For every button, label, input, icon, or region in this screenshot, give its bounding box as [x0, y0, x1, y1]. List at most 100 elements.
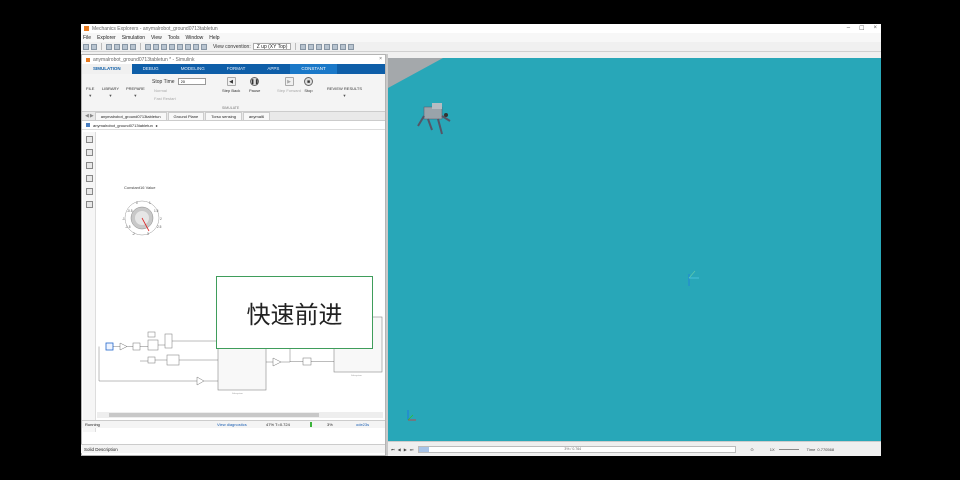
pause-button[interactable]: ❚❚ Pause [249, 77, 260, 93]
doc-tab-ground-plane[interactable]: Ground Plane [167, 111, 205, 121]
simulate-group-label: SIMULATE [222, 106, 240, 110]
arrow-icon[interactable] [85, 162, 93, 169]
mode-normal[interactable]: Normal [154, 88, 167, 93]
knob-label: Constant16 Value [124, 185, 156, 190]
step-back-icon[interactable]: ◀ [398, 447, 401, 452]
view-iso-icon[interactable] [193, 43, 199, 50]
sum-block[interactable] [132, 342, 141, 351]
menu-help[interactable]: Help [209, 35, 219, 41]
record-icon[interactable]: ⊙ [750, 447, 753, 452]
svg-text:-1: -1 [122, 217, 125, 221]
view-top-icon[interactable] [177, 43, 183, 50]
stop-button[interactable]: ■ Stop [304, 77, 313, 93]
menu-simulation[interactable]: Simulation [122, 35, 145, 41]
nav-back-icon[interactable]: ◀ [85, 113, 89, 119]
horizontal-scrollbar[interactable] [97, 412, 383, 418]
document-tabs: ◀ ▶ anymalrobot_ground0713tabletun Groun… [82, 111, 385, 121]
scroll-thumb[interactable] [109, 413, 319, 417]
menu-file[interactable]: File [83, 35, 91, 41]
doc-tab-model[interactable]: anymalrobot_ground0713tabletun [94, 111, 167, 121]
play-icon[interactable]: ▶ [404, 447, 407, 452]
minimize-button[interactable]: – [847, 25, 850, 32]
gain-block[interactable] [119, 342, 128, 351]
layout-2-icon[interactable] [114, 43, 120, 50]
simulink-close-icon[interactable]: × [379, 56, 382, 62]
menu-view[interactable]: View [151, 35, 162, 41]
doc-tab-anymal6[interactable]: anymal6 [242, 111, 271, 121]
view-convention-label: View convention: [213, 43, 251, 50]
maximize-button[interactable]: ☐ [859, 25, 864, 32]
pan-icon[interactable] [308, 43, 315, 50]
open-icon[interactable] [91, 43, 97, 50]
area-icon[interactable] [85, 201, 93, 208]
ribbon-file[interactable]: FILE ▼ [86, 86, 94, 98]
fast-restart[interactable]: Fast Restart [154, 96, 176, 101]
gain-block[interactable] [196, 376, 205, 386]
zoom-icon[interactable] [316, 43, 323, 50]
zoom-icon[interactable] [85, 136, 93, 143]
menu-tools[interactable]: Tools [168, 35, 180, 41]
tab-apps[interactable]: APPS [256, 64, 290, 74]
menu-explorer[interactable]: Explorer [97, 35, 116, 41]
annotation-icon[interactable] [85, 175, 93, 182]
view-diagnostics-link[interactable]: View diagnostics [217, 422, 247, 427]
menu-window[interactable]: Window [185, 35, 203, 41]
const-block[interactable] [147, 331, 156, 338]
mux-block[interactable] [164, 333, 173, 349]
zoom-box-icon[interactable] [324, 43, 331, 50]
model-canvas[interactable]: 01 -0.5 1.5 -1 2 -1.5 2.5 -2 3 Subsystem… [97, 132, 383, 413]
stop-time-label: Stop Time [152, 78, 175, 85]
stop-time-input[interactable] [177, 78, 206, 85]
close-button[interactable]: × [873, 25, 877, 32]
rotate-icon[interactable] [300, 43, 307, 50]
transfer-fcn-block[interactable] [147, 339, 159, 351]
simulink-window: anymalrobot_ground0713tabletun * - Simul… [81, 54, 386, 456]
view-convention-select[interactable]: Z up (XY Top) [252, 43, 292, 50]
settings-icon[interactable] [348, 43, 355, 50]
layout-1-icon[interactable] [106, 43, 112, 50]
view-right-icon[interactable] [169, 43, 175, 50]
layout-3-icon[interactable] [122, 43, 128, 50]
tab-format[interactable]: FORMAT [216, 64, 257, 74]
ribbon-prepare[interactable]: PREPARE ▼ [126, 86, 145, 98]
fast-forward-icon[interactable]: ⏭ [410, 447, 414, 452]
robot-model[interactable] [417, 103, 451, 135]
gain-block[interactable] [272, 357, 282, 367]
small-block[interactable] [302, 357, 312, 366]
solver-link[interactable]: ode23s [356, 422, 369, 427]
saturation-block[interactable] [166, 354, 180, 366]
ribbon-library[interactable]: LIBRARY ▼ [102, 86, 119, 98]
svg-text:1.5: 1.5 [154, 209, 159, 213]
tab-debug[interactable]: DEBUG [132, 64, 170, 74]
speed-label: 1X [769, 446, 775, 452]
breadcrumb-model[interactable]: anymalrobot_ground0713tabletun [93, 123, 153, 128]
speed-slider[interactable] [778, 448, 799, 450]
view-front-icon[interactable] [145, 43, 151, 50]
image-icon[interactable] [85, 188, 93, 195]
view-left-icon[interactable] [161, 43, 167, 50]
nav-forward-icon[interactable]: ▶ [90, 113, 94, 119]
zoom-out-icon[interactable] [340, 43, 347, 50]
constant-knob[interactable] [124, 200, 160, 236]
simulink-title: anymalrobot_ground0713tabletun * - Simul… [93, 56, 195, 63]
doc-tab-torso-sensing[interactable]: Torso sensing [205, 111, 242, 121]
view-back-icon[interactable] [153, 43, 159, 50]
annotation-text-box[interactable]: 快速前进 [216, 276, 373, 349]
new-icon[interactable] [83, 43, 89, 50]
step-forward-button[interactable]: ▶ Step Forward [277, 77, 301, 93]
tab-modeling[interactable]: MODELING [170, 64, 216, 74]
fit-icon[interactable] [201, 43, 207, 50]
fit-view-icon[interactable] [85, 149, 93, 156]
tab-constant[interactable]: CONSTANT [290, 64, 337, 74]
layout-4-icon[interactable] [130, 43, 136, 50]
playback-progress-track[interactable]: 3% / 0.764 [418, 445, 737, 453]
review-results-button[interactable]: REVIEW RESULTS ▼ [327, 86, 362, 98]
view-bottom-icon[interactable] [185, 43, 191, 50]
small-block[interactable] [147, 356, 156, 364]
tab-simulation[interactable]: SIMULATION [82, 64, 132, 74]
mechanics-3d-view[interactable] [388, 58, 881, 456]
step-back-button[interactable]: ◀ Step Back [222, 77, 240, 93]
zoom-in-icon[interactable] [332, 43, 339, 50]
inport-block[interactable] [105, 342, 114, 351]
rewind-icon[interactable]: ⏮ [391, 447, 395, 452]
